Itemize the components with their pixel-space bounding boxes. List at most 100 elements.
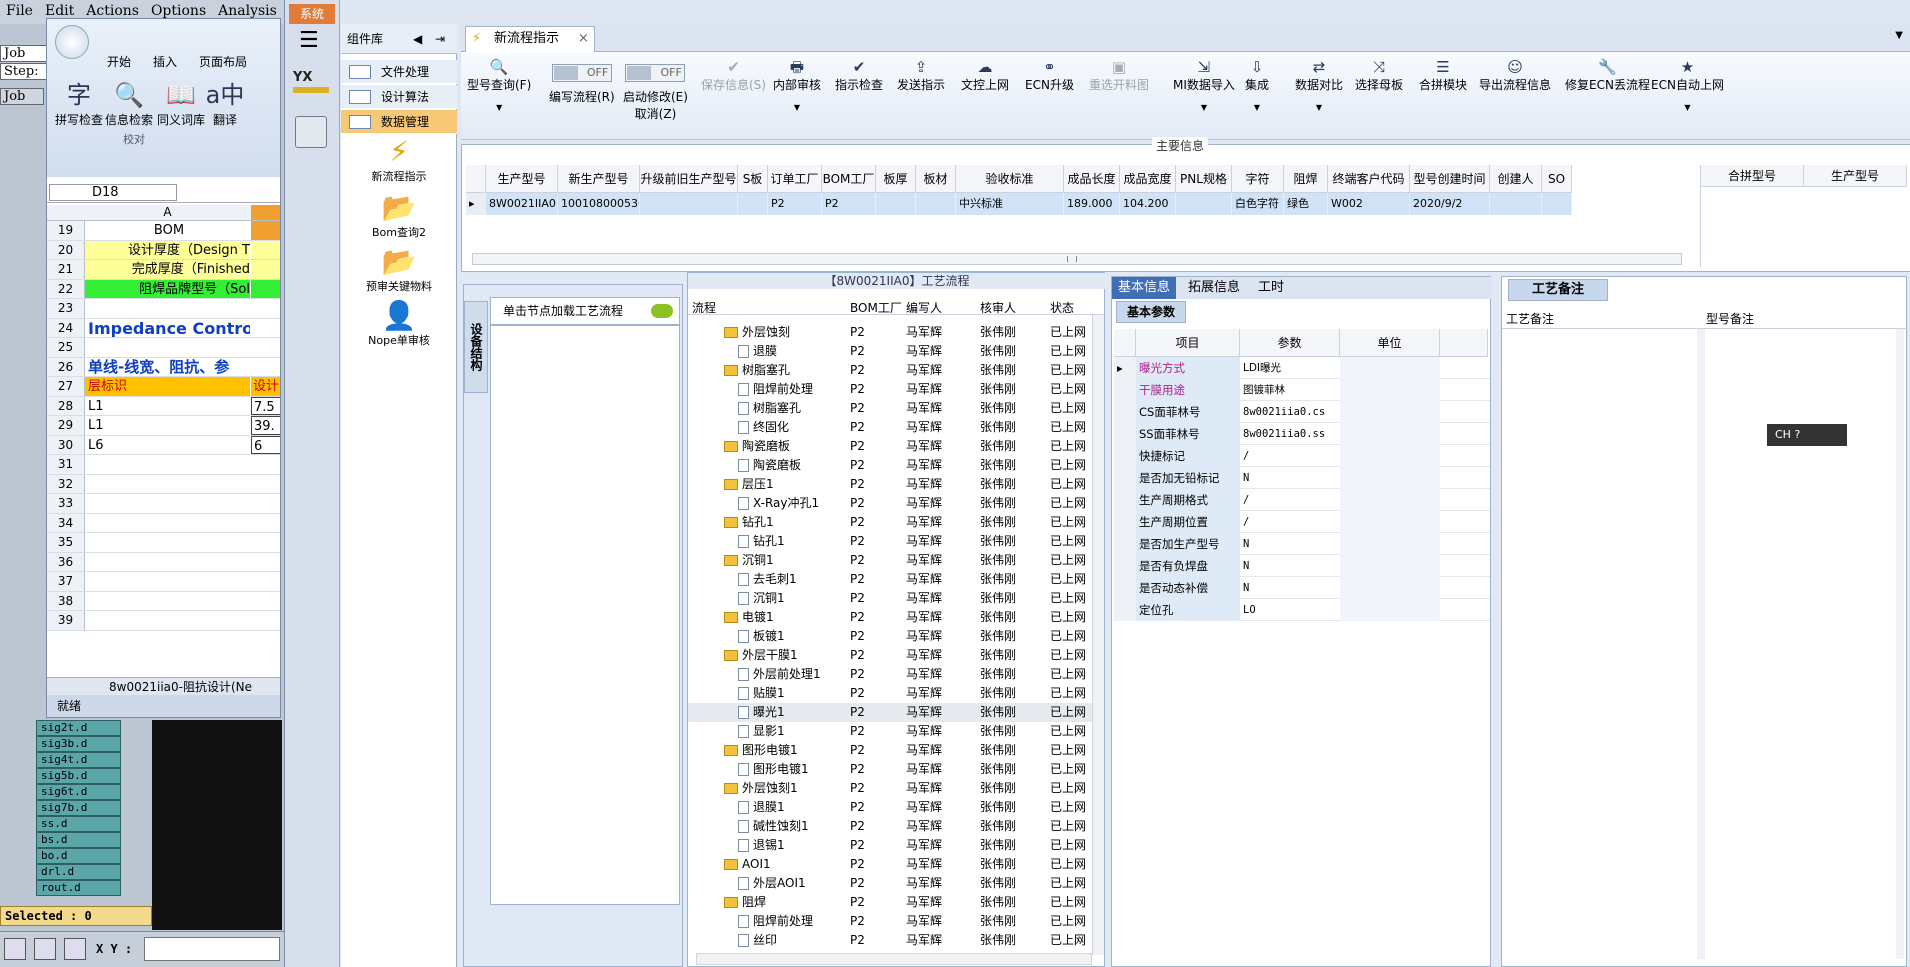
cell-a[interactable]: 设计厚度（Design T	[85, 240, 250, 259]
cell-a[interactable]: Impedance Control	[85, 319, 250, 337]
tab-insert[interactable]: 插入	[153, 55, 177, 69]
tab-new-flow[interactable]: ⚡ 新流程指示 ×	[465, 26, 595, 52]
param-row[interactable]: 生产周期格式 /	[1114, 489, 1490, 511]
cell-b[interactable]	[251, 514, 280, 533]
calculator-icon[interactable]	[295, 116, 327, 148]
param-unit[interactable]	[1340, 489, 1440, 511]
cell-b[interactable]	[251, 455, 280, 474]
tab-page-layout[interactable]: 页面布局	[199, 55, 247, 69]
flow-row[interactable]: 层压1 P2 马军辉 张伟刚 已上网	[688, 475, 1092, 494]
row-selector-icon[interactable]: ▸	[1114, 357, 1136, 379]
toolbar-button-0[interactable]: 🔍 型号查询(F) ▼	[467, 58, 531, 112]
office-button-icon[interactable]	[55, 25, 89, 59]
flow-row[interactable]: 图形电镀1 P2 马军辉 张伟刚 已上网	[688, 741, 1092, 760]
param-row[interactable]: 是否动态补偿 N	[1114, 577, 1490, 599]
row-selector-icon[interactable]	[1114, 577, 1136, 599]
flow-row[interactable]: 外层前处理1 P2 马军辉 张伟刚 已上网	[688, 665, 1092, 684]
cell-b[interactable]	[251, 475, 280, 494]
main-col-header[interactable]: 板厚	[876, 165, 916, 193]
cell-b[interactable]	[251, 611, 280, 630]
main-col-header[interactable]: 终端客户代码	[1328, 165, 1410, 193]
cell-b[interactable]	[251, 494, 280, 513]
row-selector-icon[interactable]	[1114, 445, 1136, 467]
layer-item[interactable]: sig7b.d	[36, 800, 121, 816]
sheet-row[interactable]: 38	[47, 591, 280, 611]
row-number[interactable]: 26	[47, 357, 85, 376]
toolbar-button-1[interactable]: OFF 编写流程(R)	[549, 62, 615, 105]
tab-basic-info[interactable]: 基本信息	[1112, 277, 1177, 299]
param-value[interactable]: /	[1240, 489, 1340, 511]
row-number[interactable]: 25	[47, 338, 85, 357]
cell-a[interactable]: L1	[85, 397, 250, 416]
row-selector-icon[interactable]	[1114, 379, 1136, 401]
cell-a[interactable]	[85, 514, 250, 533]
cell-b[interactable]	[251, 553, 280, 572]
cell-a[interactable]	[85, 572, 250, 591]
flow-row[interactable]: 外层AOI1 P2 马军辉 张伟刚 已上网	[688, 874, 1092, 893]
cell-b[interactable]	[251, 533, 280, 552]
dropdown-arrow-icon[interactable]: ▼	[773, 103, 821, 112]
sheet-row[interactable]: 20 设计厚度（Design T	[47, 240, 280, 260]
tool-nope-review[interactable]: 👤 Nope单审核	[341, 300, 457, 348]
main-cell[interactable]	[876, 193, 916, 215]
param-value[interactable]: N	[1240, 533, 1340, 555]
dropdown-arrow-icon[interactable]: ▼	[1173, 103, 1235, 112]
param-unit[interactable]	[1340, 577, 1440, 599]
cell-a[interactable]	[85, 455, 250, 474]
row-number[interactable]: 39	[47, 611, 85, 630]
main-cell[interactable]	[916, 193, 956, 215]
toolbar-button-4[interactable]: 🖶 内部审核 ▼	[773, 58, 821, 112]
toolbar-button-12[interactable]: ⇄ 数据对比 ▼	[1295, 58, 1343, 112]
sheet-row[interactable]: 21 完成厚度（Finished	[47, 260, 280, 280]
param-value[interactable]: 8w0021iia0.cs	[1240, 401, 1340, 423]
flow-row[interactable]: AOI1 P2 马军辉 张伟刚 已上网	[688, 855, 1092, 874]
main-col-header[interactable]: 订单工厂	[768, 165, 822, 193]
tool-key-material[interactable]: 📂 预审关键物料	[341, 246, 457, 294]
row-selector-icon[interactable]: ▸	[466, 193, 486, 215]
param-row[interactable]: SS面菲林号 8w0021iia0.ss	[1114, 423, 1490, 445]
row-selector-icon[interactable]	[1114, 511, 1136, 533]
param-value[interactable]: N	[1240, 577, 1340, 599]
flow-row[interactable]: 碱性蚀刻1 P2 马军辉 张伟刚 已上网	[688, 817, 1092, 836]
category-file-processing[interactable]: 文件处理	[341, 60, 457, 84]
flow-row[interactable]: 退膜 P2 马军辉 张伟刚 已上网	[688, 342, 1092, 361]
row-number[interactable]: 23	[47, 299, 85, 318]
param-unit[interactable]	[1340, 423, 1440, 445]
main-cell[interactable]	[1542, 193, 1572, 215]
main-cell[interactable]: P2	[822, 193, 876, 215]
row-number[interactable]: 30	[47, 435, 85, 454]
row-number[interactable]: 33	[47, 494, 85, 513]
translate-button[interactable]: a中 翻译	[197, 79, 253, 128]
row-number[interactable]: 22	[47, 279, 85, 298]
graphics-canvas[interactable]	[152, 720, 282, 930]
row-number[interactable]: 19	[47, 221, 85, 240]
cell-b[interactable]	[251, 299, 280, 318]
cell-a[interactable]	[85, 475, 250, 494]
notes-right-scroll[interactable]	[1896, 329, 1904, 959]
main-col-header[interactable]: 成品宽度	[1120, 165, 1176, 193]
toolbar-button-5[interactable]: ✔ 指示检查	[835, 58, 883, 93]
cell-b[interactable]	[251, 221, 280, 240]
cell-b[interactable]: 7.5	[251, 396, 280, 415]
cell-a[interactable]: L1	[85, 416, 250, 435]
toggle-switch[interactable]: OFF	[551, 64, 612, 82]
main-cell[interactable]	[640, 193, 738, 215]
process-notes-tab[interactable]: 工艺备注	[1508, 279, 1608, 301]
row-number[interactable]: 35	[47, 533, 85, 552]
flow-row[interactable]: 沉铜1 P2 马军辉 张伟刚 已上网	[688, 589, 1092, 608]
param-unit[interactable]	[1340, 445, 1440, 467]
main-col-header[interactable]: 阻焊	[1284, 165, 1328, 193]
flow-row[interactable]: 外层蚀刻1 P2 马军辉 张伟刚 已上网	[688, 779, 1092, 798]
row-number[interactable]: 34	[47, 513, 85, 532]
tool-bom-query[interactable]: 📂 Bom查询2	[341, 192, 457, 240]
main-cell[interactable]: 2020/9/2	[1410, 193, 1490, 215]
flow-row[interactable]: 陶瓷磨板 P2 马军辉 张伟刚 已上网	[688, 456, 1092, 475]
tab-home[interactable]: 开始	[107, 55, 131, 69]
layer-item[interactable]: ss.d	[36, 816, 121, 832]
param-value[interactable]: LO	[1240, 599, 1340, 621]
param-row[interactable]: CS面菲林号 8w0021iia0.cs	[1114, 401, 1490, 423]
layer-item[interactable]: rout.d	[36, 880, 121, 896]
param-row[interactable]: 是否加无铅标记 N	[1114, 467, 1490, 489]
params-table[interactable]: 项目 参数 单位 ▸ 曝光方式 LDI曝光 干膜用途 图镀菲林 CS面菲林号 8w0021iia0…	[1114, 329, 1490, 621]
flow-row[interactable]: 树脂塞孔 P2 马军辉 张伟刚 已上网	[688, 399, 1092, 418]
